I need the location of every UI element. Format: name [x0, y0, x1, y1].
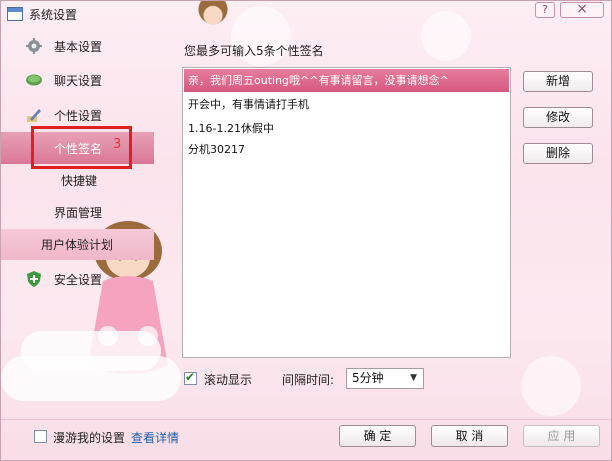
roaming-settings-label: 漫游我的设置 [53, 431, 126, 445]
close-button[interactable]: × [560, 2, 604, 18]
chat-bubble-icon [26, 74, 42, 86]
interval-select[interactable]: 5分钟 ▼ [346, 368, 424, 389]
apply-button[interactable]: 应 用 [523, 425, 600, 447]
sidebar-item-label: 快捷键 [61, 173, 98, 188]
annotation-step-number: 3 [113, 137, 122, 152]
background-bubble [521, 356, 581, 416]
add-signature-button[interactable]: 新增 [523, 71, 593, 92]
cancel-button[interactable]: 取 消 [431, 425, 508, 447]
edit-signature-button[interactable]: 修改 [523, 107, 593, 128]
sidebar-item-label: 基本设置 [54, 39, 103, 54]
list-item[interactable]: 1.16-1.21休假中 [184, 117, 509, 140]
sidebar-item-interface-management[interactable]: 界面管理 [1, 196, 154, 228]
window-title: 系统设置 [29, 7, 78, 22]
footer-divider [1, 419, 611, 420]
shield-plus-icon [27, 271, 41, 287]
list-item[interactable]: 分机30217 [184, 138, 509, 161]
pencil-icon [27, 109, 41, 122]
sidebar-item-basic-settings[interactable]: 基本设置 [1, 30, 154, 62]
sidebar-item-user-experience-plan[interactable]: 用户体验计划 [1, 229, 154, 260]
signature-limit-prompt: 您最多可输入5条个性签名 [184, 44, 324, 58]
interval-select-value: 5分钟 [352, 371, 384, 385]
cloud-decoration [1, 356, 181, 401]
scroll-display-label: 滚动显示 [204, 373, 253, 387]
sidebar-item-label: 个性设置 [54, 108, 103, 123]
list-item[interactable]: 开会中，有事情请打手机 [184, 93, 509, 116]
ok-button[interactable]: 确 定 [339, 425, 416, 447]
gear-icon [26, 38, 42, 54]
delete-signature-button[interactable]: 删除 [523, 143, 593, 164]
sidebar-item-chat-settings[interactable]: 聊天设置 [1, 64, 154, 96]
sidebar-item-label: 安全设置 [54, 272, 103, 287]
title-bar: 系统设置 [1, 1, 611, 27]
scroll-display-checkbox[interactable] [184, 370, 197, 385]
interval-label: 间隔时间: [282, 373, 335, 387]
sidebar-item-security-settings[interactable]: 安全设置 [1, 263, 154, 295]
settings-window-icon [7, 7, 23, 21]
sidebar-item-label: 用户体验计划 [41, 238, 114, 252]
sidebar-item-label: 聊天设置 [54, 73, 103, 88]
chevron-down-icon: ▼ [410, 373, 417, 383]
sidebar-item-label: 界面管理 [54, 205, 103, 220]
roaming-settings-checkbox[interactable] [34, 430, 47, 443]
list-item[interactable]: 亲，我们周五outing哦^^有事请留言，没事请想念^ [184, 69, 509, 92]
view-details-link[interactable]: 查看详情 [131, 429, 179, 446]
settings-window: 系统设置 ? × 基本设置 聊天设置 个性设置 个性签名 快捷键 界面管理 用户… [0, 0, 612, 461]
help-button[interactable]: ? [535, 2, 555, 18]
signature-list[interactable]: 亲，我们周五outing哦^^有事请留言，没事请想念^ 开会中，有事情请打手机 … [182, 67, 511, 358]
